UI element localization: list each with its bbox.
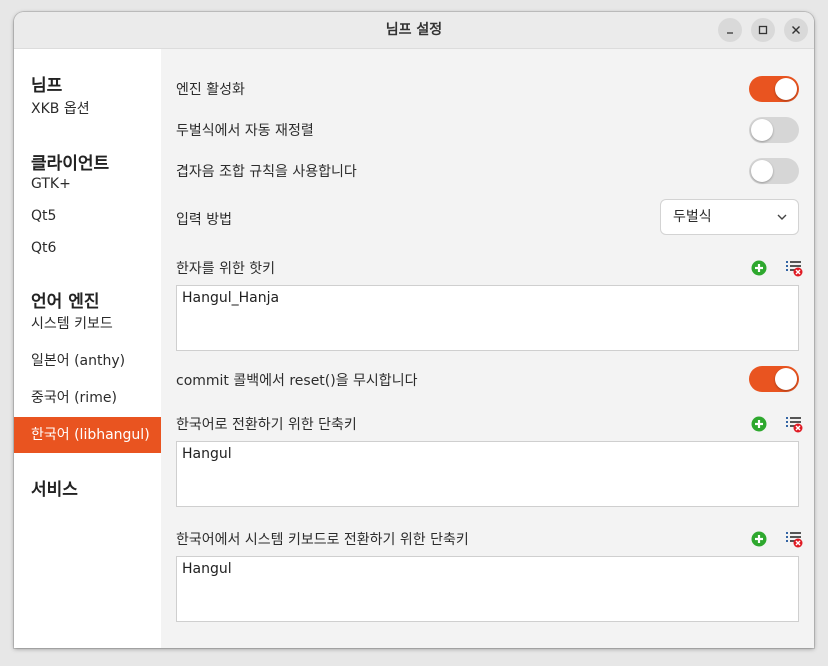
sidebar-item-xkb-options[interactable]: XKB 옵션: [14, 91, 161, 127]
to-system-shortcut-label: 한국어에서 시스템 키보드로 전환하기 위한 단축키: [176, 532, 469, 548]
to-korean-add-button[interactable]: [750, 415, 768, 433]
list-remove-icon: [786, 417, 803, 433]
sidebar-heading-services: 서비스: [31, 480, 78, 500]
list-remove-icon: [786, 532, 803, 548]
sidebar-item-qt6[interactable]: Qt6: [14, 230, 161, 266]
settings-panel: 엔진 활성화 두벌식에서 자동 재정렬 겹자음 조합 규칙을 사용합니다 입력 …: [161, 49, 814, 648]
list-add-icon: [751, 260, 767, 276]
sidebar-item-qt5[interactable]: Qt5: [14, 198, 161, 234]
hanja-hotkey-label: 한자를 위한 핫키: [176, 261, 276, 277]
switch-knob: [751, 160, 773, 182]
list-remove-icon: [786, 261, 803, 277]
input-method-value: 두벌식: [673, 209, 712, 225]
to-system-shortcut-list[interactable]: Hangul: [176, 556, 799, 622]
window-title: 님프 설정: [385, 22, 443, 38]
to-system-remove-button[interactable]: [785, 530, 803, 548]
to-korean-shortcut-list[interactable]: Hangul: [176, 441, 799, 507]
compose-rule-switch[interactable]: [749, 158, 799, 184]
ignore-reset-switch[interactable]: [749, 366, 799, 392]
to-korean-shortcut-item[interactable]: Hangul: [182, 446, 232, 462]
switch-knob: [751, 119, 773, 141]
sidebar-item-japanese-anthy[interactable]: 일본어 (anthy): [14, 343, 161, 379]
hanja-hotkey-remove-button[interactable]: [785, 259, 803, 277]
to-korean-remove-button[interactable]: [785, 415, 803, 433]
minimize-button[interactable]: [718, 18, 742, 42]
to-system-shortcut-item[interactable]: Hangul: [182, 561, 232, 577]
maximize-icon: [758, 25, 768, 35]
input-method-label: 입력 방법: [176, 212, 232, 228]
chevron-down-icon: [777, 214, 787, 220]
engine-enable-label: 엔진 활성화: [176, 82, 245, 98]
maximize-button[interactable]: [751, 18, 775, 42]
to-system-add-button[interactable]: [750, 530, 768, 548]
to-korean-shortcut-label: 한국어로 전환하기 위한 단축키: [176, 417, 357, 433]
sidebar: 님프 XKB 옵션 클라이언트 GTK+ Qt5 Qt6 언어 엔진 시스템 키…: [14, 49, 161, 648]
ignore-reset-label: commit 콜백에서 reset()을 무시합니다: [176, 373, 418, 389]
list-add-icon: [751, 531, 767, 547]
engine-enable-switch[interactable]: [749, 76, 799, 102]
title-bar[interactable]: 님프 설정: [14, 12, 814, 49]
hanja-hotkey-add-button[interactable]: [750, 259, 768, 277]
settings-window: 님프 설정 님프 XKB 옵션 클라이언트 GTK+ Qt5 Qt6 언어 엔진…: [14, 12, 814, 648]
sidebar-item-gtk[interactable]: GTK+: [14, 166, 161, 202]
hanja-hotkey-list[interactable]: Hangul_Hanja: [176, 285, 799, 351]
close-button[interactable]: [784, 18, 808, 42]
close-icon: [792, 26, 800, 34]
auto-reorder-label: 두벌식에서 자동 재정렬: [176, 123, 314, 139]
compose-rule-label: 겹자음 조합 규칙을 사용합니다: [176, 164, 357, 180]
sidebar-item-korean-libhangul[interactable]: 한국어 (libhangul): [14, 417, 161, 453]
list-add-icon: [751, 416, 767, 432]
sidebar-item-chinese-rime[interactable]: 중국어 (rime): [14, 380, 161, 416]
switch-knob: [775, 368, 797, 390]
auto-reorder-switch[interactable]: [749, 117, 799, 143]
sidebar-item-system-keyboard[interactable]: 시스템 키보드: [14, 306, 161, 342]
input-method-dropdown[interactable]: 두벌식: [660, 199, 799, 235]
hanja-hotkey-item[interactable]: Hangul_Hanja: [182, 290, 279, 306]
minimize-icon: [727, 32, 733, 34]
switch-knob: [775, 78, 797, 100]
